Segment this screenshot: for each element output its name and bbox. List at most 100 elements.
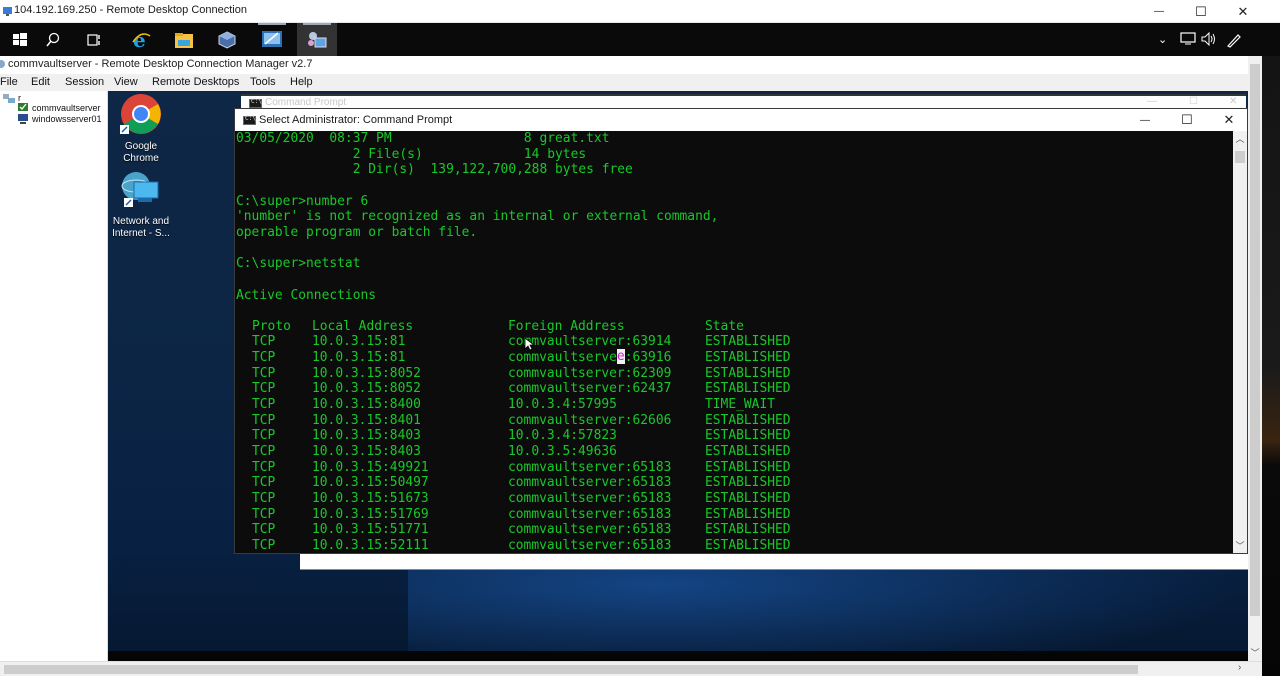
remote-desktop-view[interactable]: Google Chrome Network and Internet - S... … [108,91,1248,661]
state-cell: ESTABLISHED [705,475,791,491]
rdcman-app-icon [0,60,5,68]
proto-cell: TCP [252,365,276,381]
menu-tools[interactable]: Tools [250,76,276,88]
rdcman-icon [308,31,327,47]
text-selection-cursor: e [616,349,625,365]
foreign-address-cell: commvaultserver:62606 [508,412,672,428]
window-strip [300,554,1248,570]
tree-server-label: commvaultserver [32,103,101,113]
file-explorer-button[interactable] [164,23,204,56]
volume-icon[interactable] [1201,32,1217,46]
console-line: C:\super>number 6 [236,193,369,209]
state-cell: ESTABLISHED [705,428,791,444]
rdp-minimize-button[interactable]: — [1138,0,1180,23]
local-address-cell: 10.0.3.15:8400 [312,397,421,413]
remote-desktop-app-icon [3,7,12,16]
column-header: Foreign Address [508,318,625,334]
remote-desktop-connection-button[interactable] [252,23,292,56]
cmd-close-button[interactable]: ✕ [1208,109,1248,131]
internet-explorer-button[interactable]: e [121,23,161,56]
rdp-maximize-button[interactable]: ☐ [1180,0,1222,23]
cmd-console-output[interactable]: 03/05/2020 08:37 PM 8 great.txt 2 File(s… [235,131,1233,553]
proto-cell: TCP [252,475,276,491]
virtualbox-button[interactable] [207,23,247,56]
console-line: 'number' is not recognized as an interna… [236,209,719,225]
cmd-vertical-scrollbar[interactable]: ︿ ﹀ [1233,131,1247,553]
tray-overflow-button[interactable]: ⌄ [1158,33,1167,46]
state-cell: ESTABLISHED [705,350,791,366]
remote-taskbar: e ⌄ [0,23,1280,56]
rdcman-button[interactable] [297,23,337,56]
wallpaper-glow [408,561,1248,661]
foreign-address-cell: commvaultserver:63916 [508,350,672,366]
scrollbar-thumb[interactable] [4,665,1138,674]
command-prompt-window[interactable]: Select Administrator: Command Prompt — ☐… [234,108,1248,554]
scroll-down-icon[interactable]: ﹀ [1248,646,1262,659]
state-cell: ESTABLISHED [705,334,791,350]
server-icon [18,114,28,124]
cmd-titlebar[interactable]: Select Administrator: Command Prompt — ☐… [235,109,1247,131]
scroll-right-icon[interactable]: › [1238,662,1241,673]
state-cell: ESTABLISHED [705,459,791,475]
proto-cell: TCP [252,459,276,475]
rdcman-menubar: File Edit Session View Remote Desktops T… [0,74,1248,91]
column-header: State [705,318,744,334]
rdcman-window-title: commvaultserver - Remote Desktop Connect… [8,58,313,70]
foreign-address-cell: commvaultserver:65183 [508,537,672,553]
state-cell: ESTABLISHED [705,365,791,381]
menu-edit[interactable]: Edit [31,76,50,88]
foreign-address-cell: 10.0.3.4:57995 [508,397,617,413]
local-address-cell: 10.0.3.15:8052 [312,365,421,381]
scroll-down-icon[interactable]: ﹀ [1233,539,1247,552]
state-cell: ESTABLISHED [705,537,791,553]
local-address-cell: 10.0.3.15:51771 [312,522,429,538]
minimize-icon: — [1140,114,1150,126]
desktop-icon-network-internet[interactable]: Network and Internet - S... [108,168,174,240]
windows-start-icon [13,32,27,46]
remote-bottom-taskbar [108,651,1248,661]
close-icon: ✕ [1237,3,1249,19]
cmd-minimize-button[interactable]: — [1124,109,1166,131]
proto-cell: TCP [252,490,276,506]
proto-cell: TCP [252,522,276,538]
tree-server-windowsserver01[interactable]: windowsserver01 [18,113,102,125]
menu-view[interactable]: View [114,76,138,88]
proto-cell: TCP [252,537,276,553]
rdcman-vertical-scrollbar[interactable]: ﹀ [1248,56,1262,661]
foreign-address-cell: commvaultserver:65183 [508,490,672,506]
proto-cell: TCP [252,334,276,350]
minimize-icon[interactable]: — [1147,96,1157,107]
menu-session[interactable]: Session [65,76,104,88]
scrollbar-thumb[interactable] [1235,151,1245,163]
local-address-cell: 10.0.3.15:8052 [312,381,421,397]
proto-cell: TCP [252,381,276,397]
menu-help[interactable]: Help [290,76,313,88]
network-icon[interactable] [1180,32,1196,46]
close-icon[interactable]: ✕ [1229,96,1237,107]
rdcman-horizontal-scrollbar[interactable]: › [0,661,1262,676]
scrollbar-thumb[interactable] [1250,64,1260,616]
local-address-cell: 10.0.3.15:8401 [312,412,421,428]
cmd-maximize-button[interactable]: ☐ [1166,109,1208,131]
menu-remote-desktops[interactable]: Remote Desktops [152,76,239,88]
search-button[interactable] [33,23,73,56]
menu-file[interactable]: File [0,76,18,88]
scroll-up-icon[interactable]: ︿ [1233,132,1247,145]
task-view-button[interactable] [74,23,114,56]
local-address-cell: 10.0.3.15:81 [312,350,406,366]
local-address-cell: 10.0.3.15:50497 [312,475,429,491]
close-icon: ✕ [1223,112,1235,127]
foreign-address-cell: 10.0.3.4:57823 [508,428,617,444]
chevron-up-icon: ⌄ [1158,34,1168,46]
chrome-icon [120,94,161,134]
column-header: Proto [252,318,291,334]
foreign-address-cell: commvaultserver:62437 [508,381,672,397]
proto-cell: TCP [252,412,276,428]
state-cell: TIME_WAIT [705,397,776,413]
rdp-close-button[interactable]: ✕ [1222,0,1264,23]
pen-icon[interactable] [1226,32,1242,48]
desktop-icon-chrome[interactable]: Google Chrome [108,93,174,165]
rdp-titlebar[interactable]: 104.192.169.250 - Remote Desktop Connect… [0,0,1280,23]
maximize-icon[interactable]: ☐ [1189,96,1198,107]
proto-cell: TCP [252,506,276,522]
